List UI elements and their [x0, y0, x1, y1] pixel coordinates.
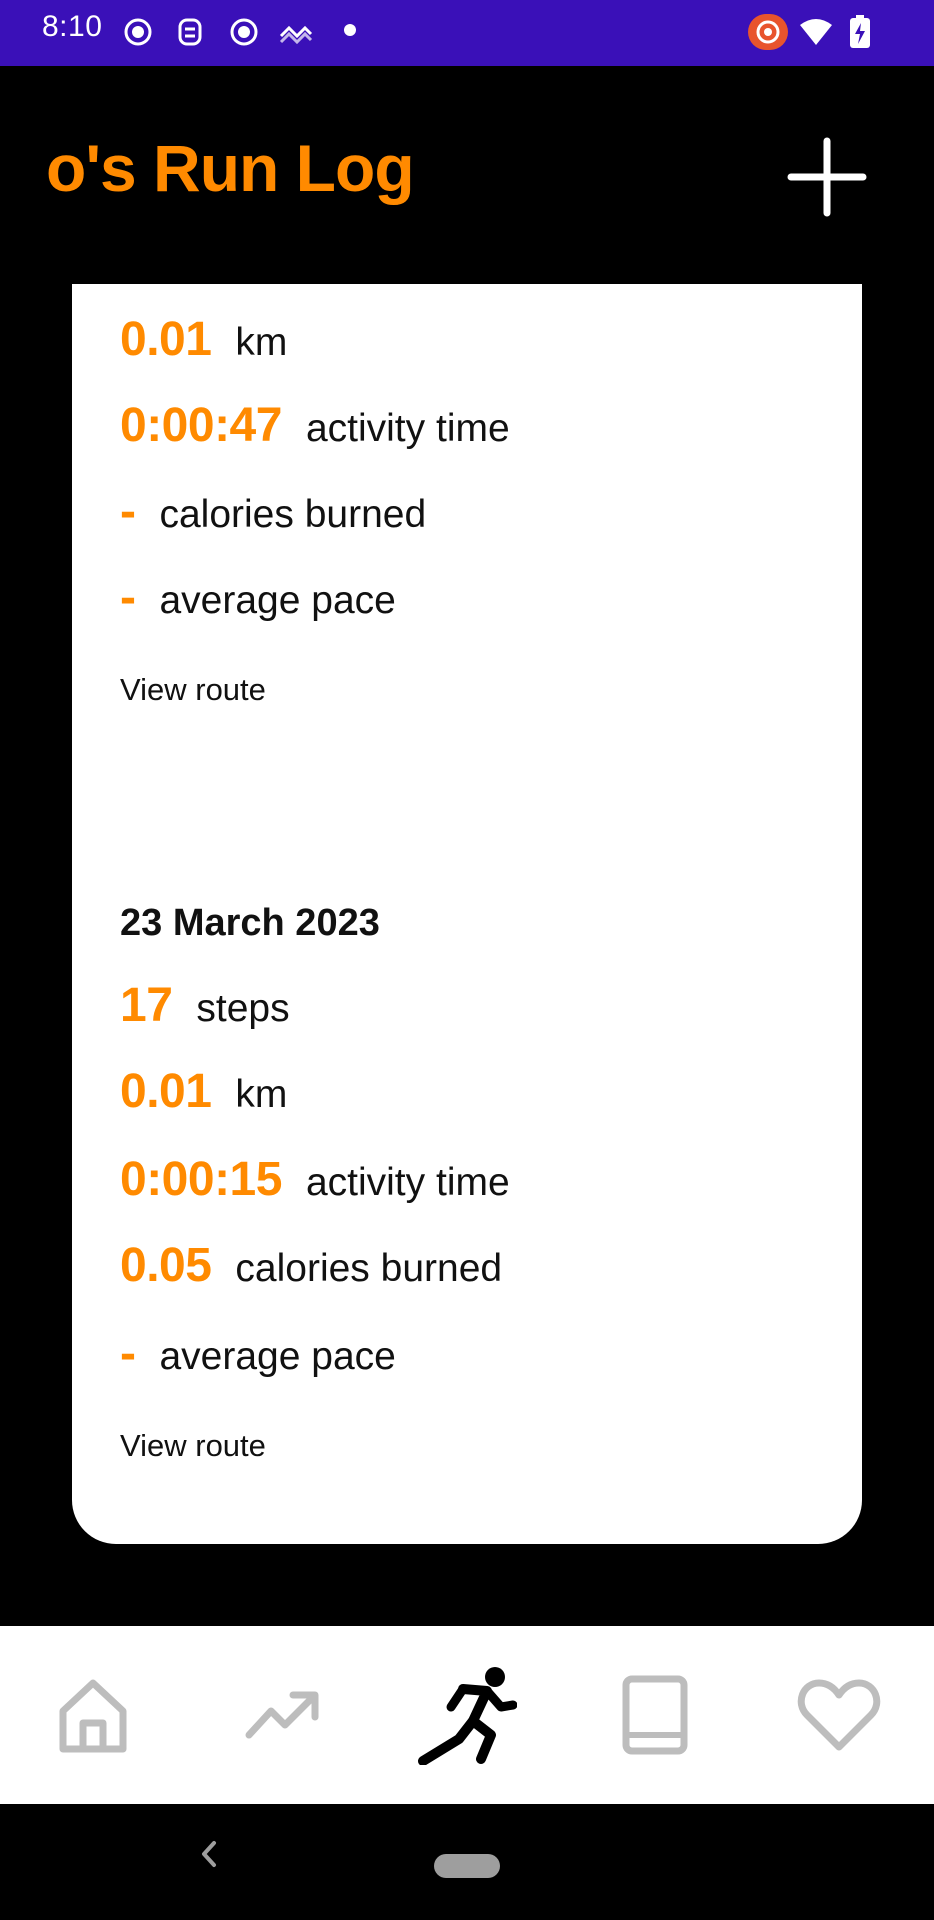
- dot-icon: [344, 24, 356, 36]
- activity-time-value: 0:00:15: [120, 1153, 282, 1206]
- recording-badge-icon: [748, 13, 788, 51]
- run-icon: [418, 1667, 517, 1765]
- activity-time-row: 0:00:47 activity time: [120, 398, 510, 453]
- distance-row: 0.01 km: [120, 312, 287, 367]
- steps-row: 17 steps: [120, 978, 290, 1033]
- wifi-icon: [798, 14, 834, 50]
- trending-up-icon: [245, 1691, 319, 1739]
- battery-charging-icon: [842, 14, 878, 50]
- steps-value: 17: [120, 979, 173, 1032]
- page-title: o's Run Log: [46, 131, 415, 205]
- status-time: 8:10: [42, 10, 103, 43]
- pace-value: -: [120, 1327, 136, 1380]
- nav-home[interactable]: [38, 1660, 148, 1770]
- calories-row: - calories burned: [120, 484, 426, 539]
- system-nav-bar: [0, 1804, 934, 1920]
- nav-journal[interactable]: [600, 1660, 710, 1770]
- calories-row: 0.05 calories burned: [120, 1238, 502, 1293]
- pace-row: - average pace: [120, 570, 396, 625]
- distance-label: km: [235, 1073, 288, 1116]
- record-icon: [120, 14, 156, 50]
- nav-trends[interactable]: [228, 1660, 338, 1770]
- calories-value: -: [120, 485, 136, 538]
- pace-label: average pace: [159, 579, 396, 622]
- view-route-link[interactable]: View route: [120, 672, 266, 708]
- run-list[interactable]: 0.01 km 0:00:47 activity time - calories…: [0, 284, 934, 1626]
- system-back-button[interactable]: [188, 1834, 228, 1874]
- distance-label: km: [235, 321, 288, 364]
- calories-value: 0.05: [120, 1239, 212, 1292]
- activity-time-label: activity time: [305, 1161, 510, 1204]
- activity-time-label: activity time: [305, 407, 510, 450]
- app-header: o's Run Log: [0, 66, 934, 284]
- nav-favorites[interactable]: [784, 1660, 894, 1770]
- distance-value: 0.01: [120, 313, 212, 366]
- bottom-nav: [0, 1626, 934, 1804]
- distance-value: 0.01: [120, 1065, 212, 1118]
- wave-icon: [278, 14, 314, 50]
- steps-label: steps: [196, 987, 290, 1030]
- activity-time-row: 0:00:15 activity time: [120, 1152, 510, 1207]
- view-route-link[interactable]: View route: [120, 1428, 266, 1464]
- heart-icon: [797, 1679, 881, 1751]
- distance-row: 0.01 km: [120, 1064, 287, 1119]
- record-icon: [226, 14, 262, 50]
- calories-label: calories burned: [159, 493, 427, 536]
- face-icon: [172, 14, 208, 50]
- run-date: 23 March 2023: [120, 902, 380, 944]
- pace-label: average pace: [159, 1335, 396, 1378]
- activity-time-value: 0:00:47: [120, 399, 282, 452]
- calories-label: calories burned: [235, 1247, 503, 1290]
- home-icon: [59, 1679, 127, 1753]
- back-chevron-icon: [202, 1841, 216, 1867]
- pace-row: - average pace: [120, 1326, 396, 1381]
- system-home-pill[interactable]: [434, 1854, 500, 1878]
- book-icon: [622, 1675, 688, 1755]
- status-bar: 8:10: [0, 0, 934, 66]
- add-run-button[interactable]: [784, 134, 870, 220]
- pace-value: -: [120, 571, 136, 624]
- run-card: 23 March 2023 17 steps 0.01 km 0:00:15 a…: [72, 846, 862, 1544]
- nav-run[interactable]: [412, 1660, 522, 1770]
- plus-icon: [787, 137, 867, 217]
